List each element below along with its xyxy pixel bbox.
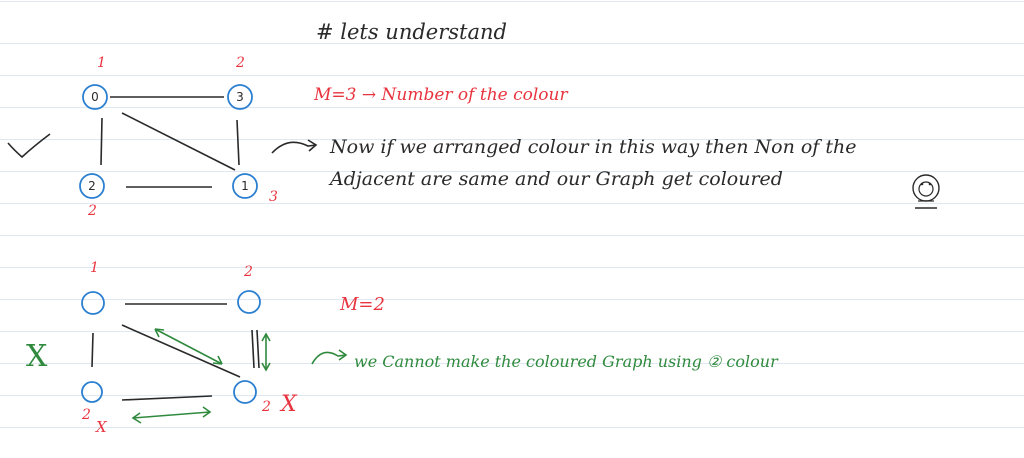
graph2-drawing xyxy=(81,290,348,424)
graph2-node-top-left xyxy=(81,291,105,315)
graph2-node-bottom-left xyxy=(81,381,103,403)
graph2-top-left-number: 1 xyxy=(90,260,99,276)
note-page: # lets understand 0 3 2 1 1 2 2 3 M=3 → … xyxy=(0,0,1024,458)
graph2-explanation: we Cannot make the coloured Graph using … xyxy=(354,352,778,371)
graph2-edge-right-a xyxy=(251,329,255,369)
graph2-bottom-left-cross: X xyxy=(96,418,107,436)
graph2-m-statement: M=2 xyxy=(340,294,385,315)
graph2-arrow-diagonal xyxy=(154,328,223,365)
graph2-top-right-number: 2 xyxy=(244,264,253,280)
graph2-bottom-right-cross: X xyxy=(281,392,297,417)
graph2-arrow-bottom xyxy=(132,411,211,419)
graph2-bottom-right-number: 2 xyxy=(262,399,271,415)
graph2-edge-bottom xyxy=(121,395,213,401)
graph2-wrong-mark: X xyxy=(26,339,48,374)
graph2-node-bottom-right xyxy=(233,380,257,404)
graph2-node-top-right xyxy=(237,290,261,314)
graph2-edge-left xyxy=(91,332,94,368)
graph2-bottom-left-number: 2 xyxy=(82,407,91,423)
graph2-edge-right-b xyxy=(256,329,260,369)
graph2-edge-diagonal xyxy=(121,324,241,378)
